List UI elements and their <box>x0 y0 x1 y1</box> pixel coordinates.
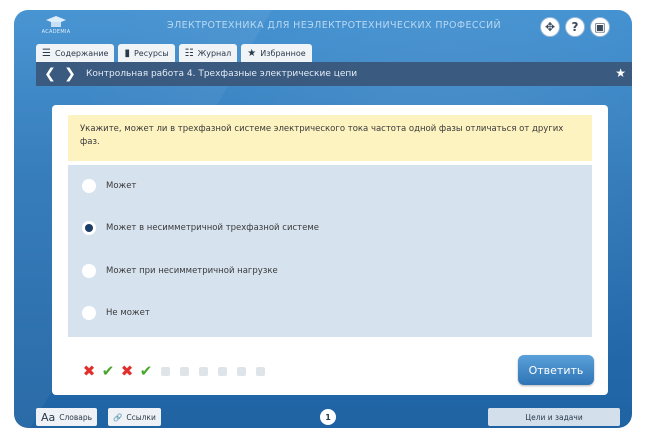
option-1[interactable]: Может в несимметричной трехфазной систем… <box>68 213 592 243</box>
graduation-cap-icon <box>46 16 66 27</box>
tab-label: Журнал <box>197 48 232 58</box>
option-label: Может <box>106 181 137 191</box>
move-button[interactable]: ✥ <box>540 17 560 37</box>
tab-contents[interactable]: ☰ Содержание <box>36 44 115 62</box>
answer-button[interactable]: Ответить <box>518 355 594 385</box>
tab-journal[interactable]: ☷ Журнал <box>178 44 238 62</box>
help-icon: ? <box>571 20 579 34</box>
correct-mark-icon: ✔ <box>101 362 115 380</box>
lesson-title: Контрольная работа 4. Трехфазные электри… <box>86 69 358 79</box>
radio-button-selected[interactable] <box>82 221 96 235</box>
tab-label: Ресурсы <box>133 48 169 58</box>
option-0[interactable]: Может <box>68 171 592 201</box>
radio-button[interactable] <box>82 264 96 278</box>
option-label: Может при несимметричной нагрузке <box>106 266 278 276</box>
pending-question-marker <box>158 363 172 379</box>
pending-question-marker <box>253 363 267 379</box>
wrong-mark-icon: ✖ <box>82 362 96 380</box>
question-panel: Укажите, может ли в трехфазной системе э… <box>52 105 608 395</box>
bar-chart-icon: ▮ <box>124 47 130 59</box>
correct-mark-icon: ✔ <box>139 362 153 380</box>
help-button[interactable]: ? <box>565 17 585 37</box>
tab-label: Избранное <box>260 48 306 58</box>
progress-indicator: ✖ ✔ ✖ ✔ <box>82 362 267 380</box>
question-text: Укажите, может ли в трехфазной системе э… <box>68 115 592 161</box>
radio-button[interactable] <box>82 179 96 193</box>
tab-favorites[interactable]: ★ Избранное <box>241 44 312 62</box>
star-icon: ★ <box>247 47 257 59</box>
dictionary-label: Словарь <box>59 412 93 422</box>
page-number: 1 <box>320 409 336 425</box>
list-icon: ☰ <box>42 47 51 59</box>
pending-question-marker <box>177 363 191 379</box>
links-button[interactable]: 🔗 Ссылки <box>108 408 161 426</box>
goals-button[interactable]: Цели и задачи <box>488 408 620 426</box>
nav-bar: ❮ ❯ Контрольная работа 4. Трехфазные эле… <box>36 62 632 86</box>
pending-question-marker <box>196 363 210 379</box>
option-2[interactable]: Может при несимметричной нагрузке <box>68 256 592 286</box>
app-title: ЭЛЕКТРОТЕХНИКА ДЛЯ НЕЭЛЕКТРОТЕХНИЧЕСКИХ … <box>167 20 501 31</box>
tab-bar: ☰ Содержание ▮ Ресурсы ☷ Журнал ★ Избран… <box>36 44 312 62</box>
save-button[interactable]: ▣ <box>590 17 610 37</box>
radio-button[interactable] <box>82 306 96 320</box>
forward-arrow-icon[interactable]: ❯ <box>62 62 78 86</box>
links-label: Ссылки <box>126 412 156 422</box>
tab-resources[interactable]: ▮ Ресурсы <box>118 44 175 62</box>
tab-label: Содержание <box>54 48 109 58</box>
option-3[interactable]: Не может <box>68 298 592 328</box>
favorite-star-icon[interactable]: ★ <box>615 66 626 80</box>
logo-text: ACADEMIA <box>41 29 71 35</box>
wrong-mark-icon: ✖ <box>120 362 134 380</box>
move-icon: ✥ <box>544 20 556 34</box>
dictionary-button[interactable]: Aa Словарь <box>36 408 98 426</box>
option-label: Может в несимметричной трехфазной систем… <box>106 223 319 233</box>
option-label: Не может <box>106 308 150 318</box>
pending-question-marker <box>234 363 248 379</box>
academia-logo: ACADEMIA <box>36 14 76 38</box>
back-arrow-icon[interactable]: ❮ <box>42 62 58 86</box>
save-icon: ▣ <box>594 20 606 34</box>
footer-bar: Aa Словарь 🔗 Ссылки 1 Цели и задачи <box>14 408 632 428</box>
pending-question-marker <box>215 363 229 379</box>
title-bar: ACADEMIA ЭЛЕКТРОТЕХНИКА ДЛЯ НЕЭЛЕКТРОТЕХ… <box>14 10 632 44</box>
dictionary-icon: Aa <box>41 410 56 424</box>
link-icon: 🔗 <box>113 412 123 422</box>
options-list: Может Может в несимметричной трехфазной … <box>68 165 592 337</box>
app-window: ACADEMIA ЭЛЕКТРОТЕХНИКА ДЛЯ НЕЭЛЕКТРОТЕХ… <box>0 0 645 432</box>
course-frame: ACADEMIA ЭЛЕКТРОТЕХНИКА ДЛЯ НЕЭЛЕКТРОТЕХ… <box>14 10 632 428</box>
journal-icon: ☷ <box>184 47 194 59</box>
